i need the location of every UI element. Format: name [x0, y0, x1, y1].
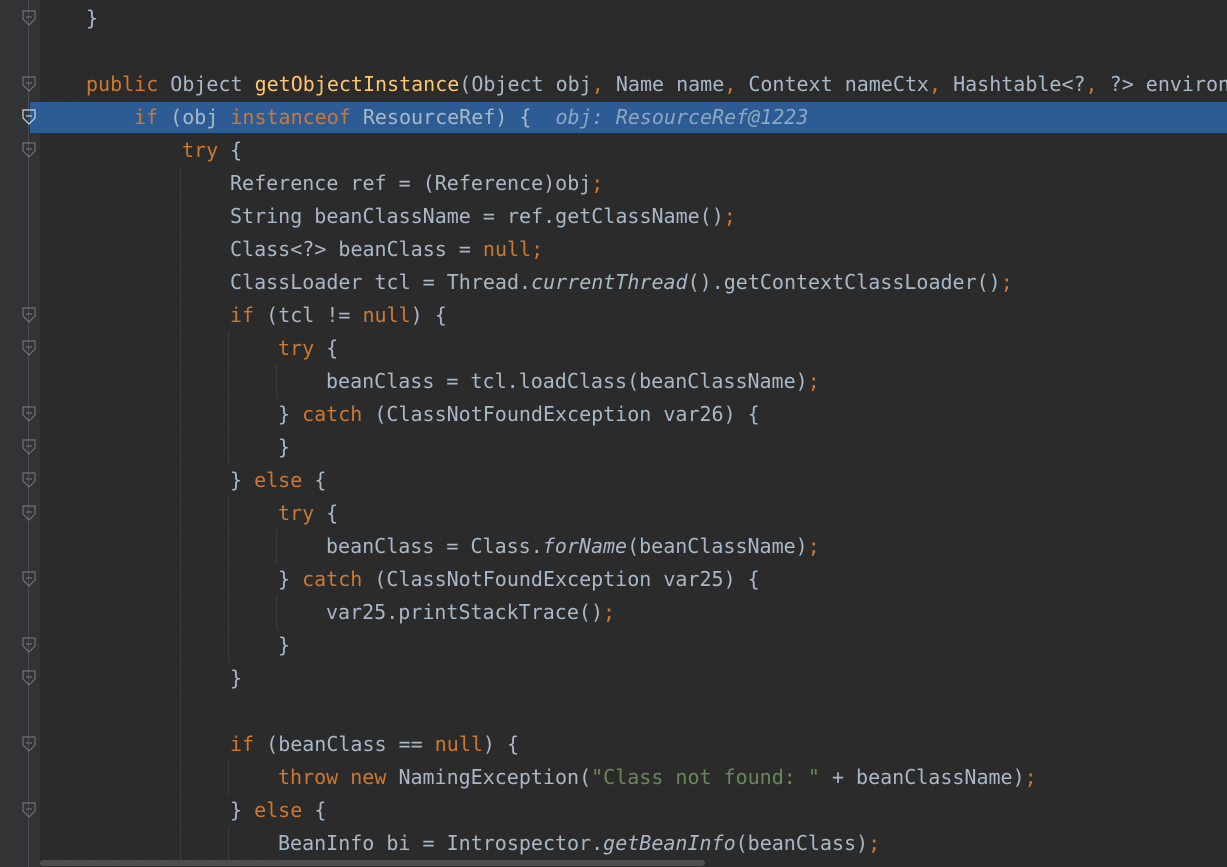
whitespace-dots: [38, 728, 230, 761]
code-text: ClassLoader tcl = Thread.currentThread()…: [230, 270, 1013, 294]
code-line[interactable]: beanClass = Class.forName(beanClassName)…: [0, 530, 1227, 563]
code-line[interactable]: try {: [0, 134, 1227, 167]
code-line[interactable]: try {: [0, 332, 1227, 365]
code-line[interactable]: if (obj instanceof ResourceRef) { obj: R…: [0, 101, 1227, 134]
whitespace-dots: [38, 299, 230, 332]
whitespace-dots: [38, 827, 278, 860]
code-line[interactable]: } else {: [0, 464, 1227, 497]
inline-debug-value: obj: ResourceRef@1223: [531, 105, 809, 129]
code-line[interactable]: if (tcl != null) {: [0, 299, 1227, 332]
code-editor[interactable]: } public Object getObjectInstance(Object …: [0, 0, 1227, 867]
code-text: BeanInfo bi = Introspector.getBeanInfo(b…: [278, 831, 881, 855]
whitespace-dots: [38, 332, 278, 365]
code-text: }: [86, 6, 99, 30]
whitespace-dots: [38, 365, 326, 398]
whitespace-dots: [38, 431, 278, 464]
code-line[interactable]: }: [0, 431, 1227, 464]
code-text: }: [278, 435, 291, 459]
code-line[interactable]: } catch (ClassNotFoundException var25) {: [0, 563, 1227, 596]
whitespace-dots: [38, 233, 230, 266]
code-text: } else {: [230, 468, 327, 492]
code-line[interactable]: ClassLoader tcl = Thread.currentThread()…: [0, 266, 1227, 299]
horizontal-scrollbar[interactable]: [40, 860, 705, 866]
whitespace-dots: [38, 794, 230, 827]
code-line[interactable]: if (beanClass == null) {: [0, 728, 1227, 761]
whitespace-dots: [38, 266, 230, 299]
code-text: } else {: [230, 798, 327, 822]
code-line[interactable]: [0, 35, 1227, 68]
whitespace-dots: [38, 2, 86, 35]
whitespace-dots: [38, 68, 86, 101]
whitespace-dots: [38, 662, 230, 695]
code-text: beanClass = Class.forName(beanClassName)…: [326, 534, 820, 558]
code-text: if (beanClass == null) {: [230, 732, 520, 756]
code-text: } catch (ClassNotFoundException var25) {: [278, 567, 760, 591]
code-line[interactable]: } else {: [0, 794, 1227, 827]
code-line[interactable]: beanClass = tcl.loadClass(beanClassName)…: [0, 365, 1227, 398]
code-text: Reference ref = (Reference)obj;: [230, 171, 604, 195]
whitespace-dots: [38, 497, 278, 530]
code-text: if (obj instanceof ResourceRef) { obj: R…: [134, 105, 809, 129]
code-text: throw new NamingException("Class not fou…: [278, 765, 1037, 789]
code-line[interactable]: Reference ref = (Reference)obj;: [0, 167, 1227, 200]
whitespace-dots: [38, 167, 230, 200]
code-text: beanClass = tcl.loadClass(beanClassName)…: [326, 369, 820, 393]
code-line[interactable]: Class<?> beanClass = null;: [0, 233, 1227, 266]
code-line[interactable]: var25.printStackTrace();: [0, 596, 1227, 629]
code-line[interactable]: try {: [0, 497, 1227, 530]
code-line[interactable]: public Object getObjectInstance(Object o…: [0, 68, 1227, 101]
code-text: }: [278, 633, 291, 657]
whitespace-dots: [38, 596, 326, 629]
code-line[interactable]: BeanInfo bi = Introspector.getBeanInfo(b…: [0, 827, 1227, 860]
code-line[interactable]: }: [0, 2, 1227, 35]
code-line[interactable]: String beanClassName = ref.getClassName(…: [0, 200, 1227, 233]
code-text: }: [230, 666, 243, 690]
code-line[interactable]: [0, 695, 1227, 728]
whitespace-dots: [38, 563, 278, 596]
whitespace-dots: [38, 134, 182, 167]
whitespace-dots: [38, 200, 230, 233]
whitespace-dots: [38, 761, 278, 794]
whitespace-dots: [38, 398, 278, 431]
code-text: try {: [278, 501, 339, 525]
code-text: var25.printStackTrace();: [326, 600, 616, 624]
whitespace-dots: [38, 530, 326, 563]
code-line[interactable]: } catch (ClassNotFoundException var26) {: [0, 398, 1227, 431]
code-text: String beanClassName = ref.getClassName(…: [230, 204, 736, 228]
code-area[interactable]: } public Object getObjectInstance(Object …: [0, 0, 1227, 867]
code-line[interactable]: }: [0, 629, 1227, 662]
whitespace-dots: [38, 101, 134, 134]
code-line[interactable]: }: [0, 662, 1227, 695]
code-text: public Object getObjectInstance(Object o…: [86, 72, 1227, 96]
code-line[interactable]: throw new NamingException("Class not fou…: [0, 761, 1227, 794]
code-text: if (tcl != null) {: [230, 303, 447, 327]
code-text: Class<?> beanClass = null;: [230, 237, 544, 261]
code-text: try {: [278, 336, 339, 360]
code-text: } catch (ClassNotFoundException var26) {: [278, 402, 760, 426]
whitespace-dots: [38, 464, 230, 497]
whitespace-dots: [38, 629, 278, 662]
code-text: try {: [182, 138, 243, 162]
